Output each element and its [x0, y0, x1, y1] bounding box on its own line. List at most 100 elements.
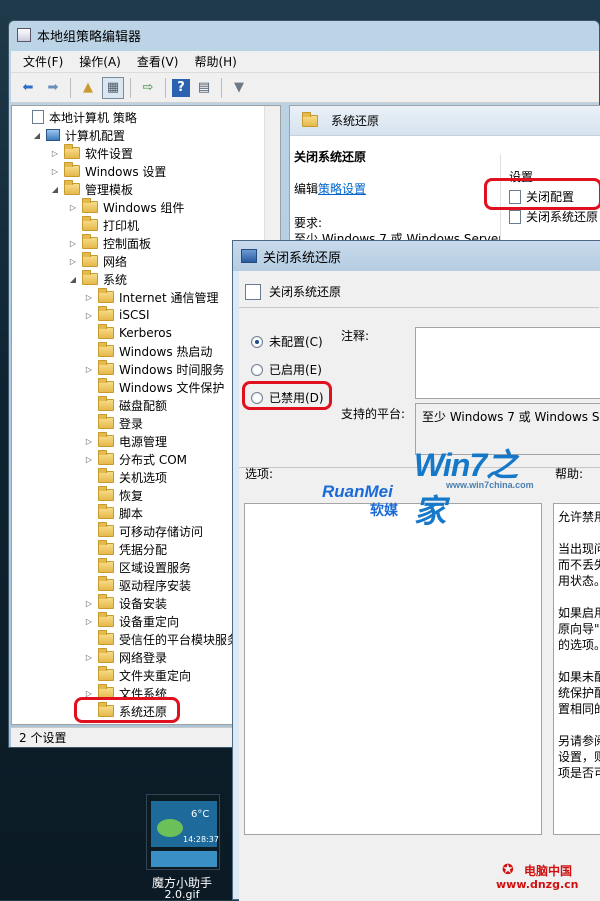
folder-icon: [98, 630, 114, 645]
title-bar[interactable]: 本地组策略编辑器: [9, 21, 599, 49]
details-header-title: 系统还原: [331, 114, 380, 128]
dnzg-url: www.dnzg.cn: [496, 878, 579, 891]
folder-icon: [98, 666, 114, 681]
tree-node-label: 登录: [119, 416, 144, 431]
menu-help[interactable]: 帮助(H): [186, 53, 244, 70]
expand-arrow-icon[interactable]: ▷: [84, 437, 94, 446]
expand-arrow-icon[interactable]: ▷: [50, 167, 60, 176]
requirements-label: 要求:: [294, 216, 323, 230]
watermark-logos: RuanMei 软媒 Win7之家 www.win7china.com: [318, 438, 534, 529]
tree-node-label: 可移动存储访问: [119, 524, 204, 539]
dialog-title-bar[interactable]: 关闭系统还原: [233, 241, 600, 271]
forward-icon[interactable]: ➡: [42, 77, 64, 99]
tree-node[interactable]: 可移动存储访问: [84, 522, 203, 540]
radio-button[interactable]: [251, 335, 263, 348]
tree-node[interactable]: 区域设置服务: [84, 558, 191, 576]
help-text-line: [558, 716, 600, 732]
tree-node[interactable]: 受信任的平台模块服务: [84, 630, 239, 648]
tree-node[interactable]: Kerberos: [84, 324, 172, 342]
folder-icon: [98, 504, 114, 519]
settings-item-label: 关闭系统还原: [526, 210, 599, 224]
tree-node[interactable]: ▷ 网络登录: [84, 648, 167, 666]
tree-node[interactable]: 打印机: [68, 216, 139, 234]
folder-icon: [302, 111, 318, 127]
tree-node[interactable]: ▷ 分布式 COM: [84, 450, 187, 468]
tree-node[interactable]: Windows 文件保护: [84, 378, 224, 396]
menu-view[interactable]: 查看(V): [129, 53, 187, 70]
tree-node[interactable]: ▷ Windows 设置: [50, 162, 166, 180]
edit-prefix: 编辑: [294, 182, 319, 196]
tree-node[interactable]: 脚本: [84, 504, 143, 522]
tree-node-label: 软件设置: [85, 146, 134, 161]
tree-node[interactable]: ◢ 系统: [68, 270, 127, 288]
settings-item[interactable]: 关闭系统还原: [509, 208, 598, 225]
tree-node[interactable]: ▷ Windows 时间服务: [84, 360, 224, 378]
tree-node[interactable]: Windows 热启动: [84, 342, 212, 360]
filter-icon[interactable]: ▼: [228, 77, 250, 99]
tree-node[interactable]: 凭据分配: [84, 540, 167, 558]
tree-node[interactable]: ▷ 设备安装: [84, 594, 167, 612]
folder-icon: [98, 378, 114, 393]
tree-node[interactable]: ▷ 软件设置: [50, 144, 133, 162]
menu-file[interactable]: 文件(F): [15, 53, 71, 70]
expand-arrow-icon[interactable]: ▷: [68, 203, 78, 212]
policy-title: 关闭系统还原: [294, 150, 367, 164]
tree-node-label: Windows 热启动: [119, 344, 213, 359]
tree-node-label: Windows 文件保护: [119, 380, 225, 395]
tree-node[interactable]: 磁盘配额: [84, 396, 167, 414]
radio-enabled[interactable]: 已启用(E): [251, 361, 322, 378]
tree-node[interactable]: ▷ 电源管理: [84, 432, 167, 450]
divider: [239, 307, 599, 308]
tree-node-label: iSCSI: [119, 308, 150, 322]
back-icon[interactable]: ⬅: [17, 77, 39, 99]
policy-dialog: 关闭系统还原 关闭系统还原 未配置(C) 已启用(E) 已禁用(D) 注释: 支…: [232, 240, 600, 901]
expand-arrow-icon[interactable]: ▷: [68, 239, 78, 248]
expand-arrow-icon[interactable]: ▷: [50, 149, 60, 158]
collapse-arrow-icon[interactable]: ◢: [50, 185, 60, 194]
help-text-line: 允许禁用: [558, 510, 600, 524]
tree-node[interactable]: ▷ 设备重定向: [84, 612, 179, 630]
collapse-arrow-icon[interactable]: ◢: [32, 131, 42, 140]
tree-node[interactable]: 本地计算机 策略: [18, 108, 137, 126]
tree-node[interactable]: ▷ 网络: [68, 252, 127, 270]
expand-arrow-icon[interactable]: ▷: [68, 257, 78, 266]
tree-node[interactable]: ▷ Windows 组件: [68, 198, 184, 216]
tree-node[interactable]: 驱动程序安装: [84, 576, 191, 594]
expand-arrow-icon[interactable]: ▷: [84, 311, 94, 320]
help-text-line: 另请参阅: [558, 734, 600, 748]
highlight-tree-node: [74, 697, 180, 723]
tree-node[interactable]: 恢复: [84, 486, 143, 504]
radio-not-configured[interactable]: 未配置(C): [251, 333, 323, 350]
desktop-icon[interactable]: 6°C 14:28:37 魔方小助手 2.0.gif: [140, 790, 224, 901]
help-icon[interactable]: ?: [172, 78, 190, 97]
comment-textarea[interactable]: [415, 327, 600, 399]
expand-arrow-icon[interactable]: ▷: [84, 653, 94, 662]
expand-arrow-icon[interactable]: ▷: [84, 365, 94, 374]
tree-node-label: 驱动程序安装: [119, 578, 192, 593]
help-text-line: 置相同的: [558, 702, 600, 716]
expand-arrow-icon[interactable]: ▷: [84, 293, 94, 302]
tree-node[interactable]: ◢ 计算机配置: [32, 126, 125, 144]
show-hide-tree-icon[interactable]: ▦: [102, 76, 124, 99]
edit-policy-link[interactable]: 策略设置: [318, 180, 366, 197]
tree-node[interactable]: ▷ iSCSI: [84, 306, 150, 324]
folder-icon: [98, 306, 114, 321]
menu-action[interactable]: 操作(A): [71, 53, 129, 70]
expand-arrow-icon[interactable]: ▷: [84, 599, 94, 608]
collapse-arrow-icon[interactable]: ◢: [68, 275, 78, 284]
widget-time: 14:28:37: [183, 835, 219, 844]
properties-icon[interactable]: ▤: [193, 77, 215, 99]
radio-button[interactable]: [251, 363, 263, 376]
expand-arrow-icon[interactable]: ▷: [84, 617, 94, 626]
tree-node[interactable]: 登录: [84, 414, 143, 432]
tree-node[interactable]: 文件夹重定向: [84, 666, 191, 684]
expand-arrow-icon[interactable]: ▷: [84, 455, 94, 464]
tree-node[interactable]: ◢ 管理模板: [50, 180, 133, 198]
folder-icon: [64, 162, 80, 177]
tree-node[interactable]: 关机选项: [84, 468, 167, 486]
export-icon[interactable]: ⇨: [137, 77, 159, 99]
tree-node[interactable]: ▷ Internet 通信管理: [84, 288, 218, 306]
tree-node[interactable]: ▷ 控制面板: [68, 234, 151, 252]
up-folder-icon[interactable]: ▲: [77, 77, 99, 99]
toolbar-separator: [130, 77, 131, 98]
